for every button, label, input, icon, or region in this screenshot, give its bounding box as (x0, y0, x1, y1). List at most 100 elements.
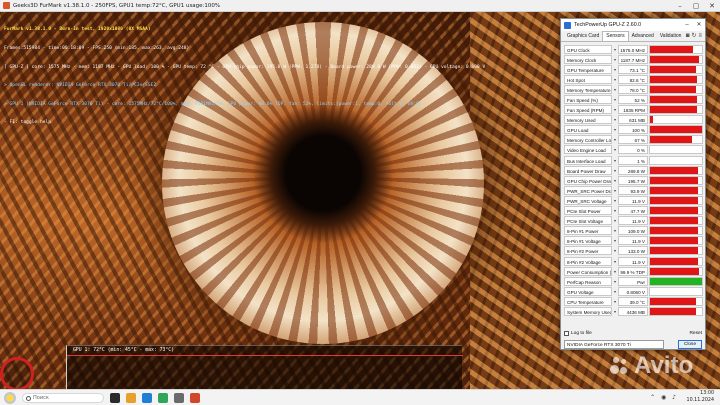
sensor-value: 631 MB (618, 115, 648, 125)
sensor-graph (649, 84, 703, 94)
graph-label: GPU 1: 72°C (min: 45°C - max: 73°C) (73, 348, 175, 353)
sensor-value: 67 % (618, 135, 648, 145)
store-icon[interactable] (174, 393, 184, 403)
chrome-icon[interactable] (158, 393, 168, 403)
watermark-text: Avito (634, 352, 694, 379)
sensor-value: 82.6 °C (618, 74, 648, 84)
task-view-icon[interactable] (110, 393, 120, 403)
sensor-row: Memory Controller Load ▾ 67 % (564, 135, 704, 145)
sensor-name: GPU Temperature (564, 64, 612, 74)
sensor-value: 93.9 W (618, 185, 648, 195)
search-icon (26, 396, 31, 401)
log-to-file[interactable]: Log to file (564, 331, 592, 336)
sensor-graph-fill (650, 277, 702, 285)
furmark-osd: FurMark v1.38.1.0 - Burn-in test, 1920x1… (4, 15, 485, 139)
sensor-row: Memory Temperature ▾ 78.0 °C (564, 84, 704, 94)
sensor-value: 39.0 °C (618, 296, 648, 306)
temperature-graph: GPU 1: 72°C (min: 45°C - max: 73°C) (66, 345, 463, 389)
osd-line: Frames:515984 - time:00:18:09 - FPS:250 … (4, 46, 190, 52)
sensor-name: 8-Pin #2 Voltage (564, 256, 612, 266)
maximize-icon[interactable]: ▢ (688, 0, 704, 12)
sensor-graph-fill (650, 307, 696, 315)
sensor-graph (649, 206, 703, 216)
sensor-value: 1 % (618, 155, 648, 165)
sensor-graph (649, 44, 703, 54)
sensor-name: 8-Pin #1 Power (564, 226, 612, 236)
sensor-graph (649, 125, 703, 135)
sensor-value: 99.9 % TDP (618, 266, 648, 276)
sensor-row: Hot Spot ▾ 82.6 °C (564, 74, 704, 84)
sensor-graph-fill (650, 186, 698, 194)
close-button[interactable]: Close (678, 340, 702, 349)
refresh-icon[interactable]: ↻ (691, 32, 696, 40)
sensor-graph (649, 165, 703, 175)
sensor-value: 4436 MB (618, 306, 648, 316)
sensor-value: 1575.0 MHz (618, 44, 648, 54)
sensor-name: Power Consumption (%) (564, 266, 612, 276)
osd-line: FurMark v1.38.1.0 - Burn-in test, 1920x1… (4, 27, 151, 33)
sensor-name: Memory Clock (564, 54, 612, 64)
sensor-graph (649, 145, 703, 155)
furmark-titlebar[interactable]: Geeks3D FurMark v1.38.1.0 - 250FPS, GPU1… (0, 0, 720, 12)
reset-button[interactable]: Reset (689, 331, 702, 336)
sensor-value: 1835 RPM (618, 105, 648, 115)
clock[interactable]: 13:00 10.11.2024 (687, 391, 714, 404)
sensor-name: PCIe Slot Power (564, 206, 612, 216)
sensor-graph-fill (650, 65, 696, 73)
sensor-graph (649, 306, 703, 316)
osd-line: > OpenGL renderer: NVIDIA GeForce RTX 30… (4, 83, 157, 89)
sensor-name: 8-Pin #1 Voltage (564, 236, 612, 246)
sensor-graph-fill (650, 297, 696, 305)
sensor-graph (649, 105, 703, 115)
sensor-graph (649, 74, 703, 84)
sensor-name: PWR_SRC Power Draw (564, 185, 612, 195)
sensor-graph-fill (650, 96, 697, 104)
tab-advanced[interactable]: Advanced (629, 32, 657, 41)
sensor-name: 8-Pin #2 Power (564, 246, 612, 256)
sensor-value: 195.7 W (618, 175, 648, 185)
file-explorer-icon[interactable] (126, 393, 136, 403)
sensor-graph (649, 54, 703, 64)
sensor-graph (649, 236, 703, 246)
minimize-icon[interactable]: – (672, 0, 688, 12)
edge-icon[interactable] (142, 393, 152, 403)
menu-icon[interactable]: ≡ (698, 32, 702, 40)
sensor-row: 8-Pin #1 Power ▾ 109.0 W (564, 226, 704, 236)
sensor-row: PWR_SRC Voltage ▾ 11.9 V (564, 195, 704, 205)
sensor-graph (649, 135, 703, 145)
tab-validation[interactable]: Validation (657, 32, 685, 41)
tab-sensors[interactable]: Sensors (602, 31, 629, 41)
sensor-value: 47.7 W (618, 206, 648, 216)
minimize-icon[interactable]: – (681, 19, 693, 31)
sensor-row: 8-Pin #2 Voltage ▾ 11.9 V (564, 256, 704, 266)
sensor-graph-fill (650, 196, 698, 204)
sensor-value: 11.9 V (618, 195, 648, 205)
search-box[interactable]: Поиск (22, 393, 104, 403)
camera-icon[interactable]: ◙ (686, 32, 690, 40)
sensor-graph-fill (650, 257, 698, 265)
furmark-app-icon (3, 2, 10, 9)
osd-line: > GPU 1 (NVIDIA GeForce RTX 3070 Ti) - c… (4, 101, 422, 107)
sensor-graph-fill (650, 136, 692, 144)
close-icon[interactable]: ✕ (704, 0, 720, 12)
sensor-row: GPU Voltage ▾ 0.8060 V (564, 286, 704, 296)
sensor-graph (649, 296, 703, 306)
weather-icon[interactable] (4, 392, 16, 404)
tray-icons[interactable]: ⌃ ◉ ♪ (650, 394, 678, 401)
sensor-row: GPU Chip Power Draw ▾ 195.7 W (564, 175, 704, 185)
close-icon[interactable]: ✕ (693, 19, 705, 31)
tab-graphics-card[interactable]: Graphics Card (564, 32, 602, 41)
sensor-graph (649, 286, 703, 296)
log-checkbox[interactable] (564, 331, 569, 336)
gpu-select[interactable]: NVIDIA GeForce RTX 3070 Ti (564, 340, 664, 349)
sensor-name: Fan Speed (%) (564, 95, 612, 105)
sensor-row: Video Engine Load ▾ 0 % (564, 145, 704, 155)
sensor-graph (649, 276, 703, 286)
log-label: Log to file (571, 331, 592, 336)
furmark-taskbar-icon[interactable] (190, 393, 200, 403)
sensor-value: 11.9 V (618, 236, 648, 246)
sensor-value: 0.8060 V (618, 286, 648, 296)
gpuz-app-icon (564, 21, 571, 29)
gpuz-titlebar[interactable]: TechPowerUp GPU-Z 2.60.0 – ✕ (561, 19, 705, 31)
sensor-graph (649, 246, 703, 256)
